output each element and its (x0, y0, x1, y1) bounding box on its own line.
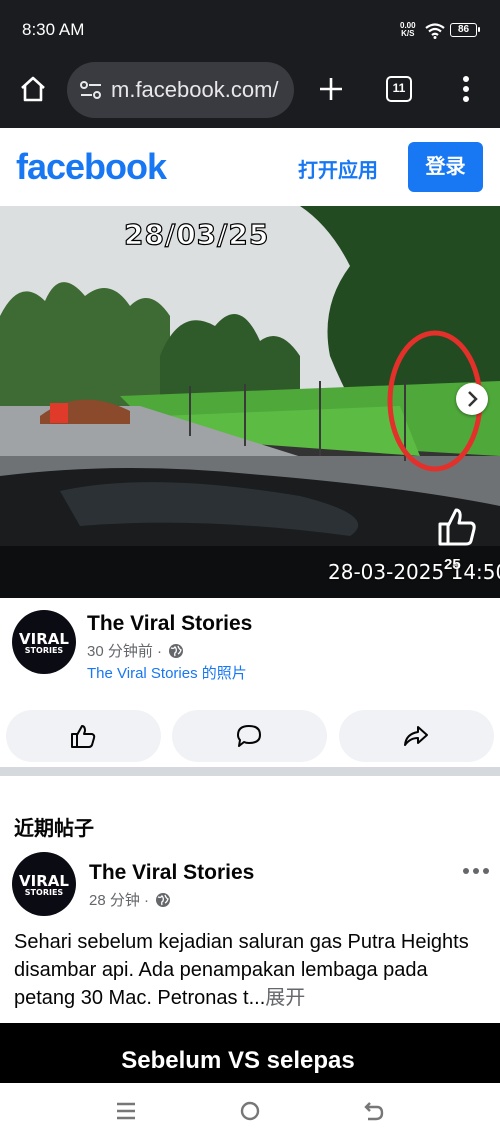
author-name[interactable]: The Viral Stories (89, 861, 254, 885)
post-time: 28 分钟 · (89, 889, 171, 910)
recent-apps-icon[interactable] (114, 1099, 138, 1123)
new-tab-icon[interactable] (316, 74, 346, 104)
post-time-text: 28 分钟 · (89, 892, 150, 909)
chevron-right-icon (468, 391, 478, 407)
dashcam-scene (0, 206, 500, 598)
post-time: 30 分钟前 · (87, 640, 184, 661)
globe-icon (156, 893, 171, 907)
avatar-text-stories: STORIES (24, 888, 64, 897)
post-header: VIRAL STORIES The Viral Stories 30 分钟前 ·… (0, 598, 500, 698)
post-photo[interactable]: 28/03/25 28-03-2025 14:50:3 25 (0, 206, 500, 598)
globe-icon (169, 644, 184, 658)
avatar[interactable]: VIRAL STORIES (12, 852, 76, 916)
like-count: 25 (444, 556, 461, 573)
site-settings-icon[interactable] (79, 80, 103, 100)
recent-posts-title: 近期帖子 (14, 818, 94, 840)
video-date-stamp: 28/03/25 (123, 217, 270, 251)
thumbs-up-icon (71, 725, 96, 748)
post-actions (0, 710, 500, 764)
more-options-icon[interactable] (462, 866, 490, 876)
media-caption: Sebelum VS selepas (121, 1047, 355, 1074)
comment-icon (237, 725, 261, 747)
url-text[interactable]: m.facebook.com/ (111, 77, 287, 103)
wifi-icon (425, 23, 445, 39)
overflow-menu-icon[interactable] (456, 74, 476, 104)
browser-chrome: 8:30 AM 0.00 K/S 86 m.facebook.com/ 11 (0, 0, 500, 128)
section-divider (0, 767, 500, 776)
home-icon[interactable] (18, 74, 48, 104)
status-time: 8:30 AM (22, 20, 85, 39)
like-button[interactable] (6, 710, 161, 762)
share-button[interactable] (339, 710, 494, 762)
avatar[interactable]: VIRAL STORIES (12, 610, 76, 674)
author-name[interactable]: The Viral Stories (87, 612, 252, 636)
thumbs-up-overlay-icon (438, 508, 476, 546)
tab-switcher-button[interactable]: 11 (386, 76, 412, 102)
system-navigation-bar (0, 1083, 500, 1139)
status-bar: 8:30 AM 0.00 K/S 86 (0, 0, 500, 60)
home-nav-icon[interactable] (238, 1099, 262, 1123)
expand-link[interactable]: 展开 (265, 987, 305, 1009)
open-app-link[interactable]: 打开应用 (298, 154, 378, 183)
album-link[interactable]: The Viral Stories 的照片 (87, 662, 247, 683)
post-text: Sehari sebelum kejadian saluran gas Putr… (14, 928, 490, 1012)
facebook-logo[interactable]: facebook (16, 146, 167, 188)
post-body: Sehari sebelum kejadian saluran gas Putr… (14, 931, 469, 1009)
post-time-text: 30 分钟前 · (87, 643, 163, 660)
network-speed: 0.00 K/S (400, 22, 416, 38)
battery-icon: 86 (450, 23, 480, 37)
network-speed-unit: K/S (401, 29, 415, 38)
login-button[interactable]: 登录 (408, 142, 483, 192)
facebook-header: facebook 打开应用 登录 (0, 128, 500, 206)
back-icon[interactable] (362, 1099, 386, 1123)
comment-button[interactable] (172, 710, 327, 762)
url-bar: m.facebook.com/ 11 (0, 60, 500, 120)
avatar-text-stories: STORIES (24, 646, 64, 655)
share-icon (404, 726, 428, 746)
address-field[interactable]: m.facebook.com/ (67, 62, 294, 118)
video-timestamp: 28-03-2025 14:50:3 (328, 560, 500, 584)
next-photo-button[interactable] (456, 383, 488, 415)
recent-post-media[interactable]: Sebelum VS selepas (0, 1023, 500, 1083)
